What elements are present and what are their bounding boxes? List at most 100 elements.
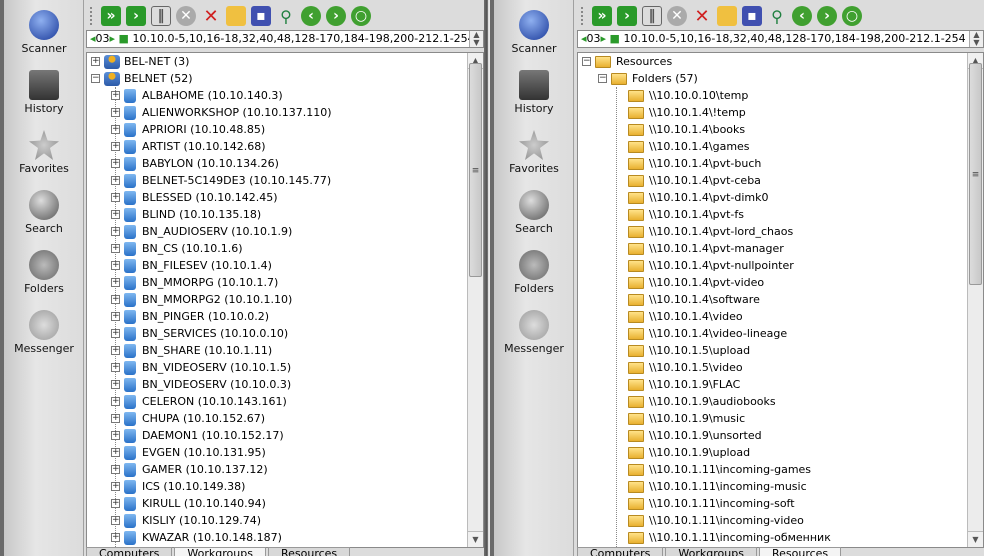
expand-icon[interactable]: +	[111, 142, 120, 151]
next-arrow-icon[interactable]: ▸ ■	[110, 32, 133, 45]
tree-row-computer[interactable]: + ICS (10.10.149.38)	[111, 478, 245, 495]
tree-row-folder[interactable]: \\10.10.1.9\unsorted	[628, 427, 762, 444]
expand-icon[interactable]: +	[111, 363, 120, 372]
pause-button[interactable]: ‖	[151, 6, 171, 26]
open-folder-button[interactable]	[226, 6, 246, 26]
back-button[interactable]: ‹	[301, 6, 321, 26]
range-spinner[interactable]: ▲ ▼	[469, 31, 483, 47]
expand-icon[interactable]: +	[111, 448, 120, 457]
back-button[interactable]: ‹	[792, 6, 812, 26]
tree-row-folder[interactable]: \\10.10.1.9\music	[628, 410, 745, 427]
expand-icon[interactable]: +	[111, 227, 120, 236]
tree-row-computer[interactable]: + KIRULL (10.10.140.94)	[111, 495, 266, 512]
forward-button[interactable]: ›	[817, 6, 837, 26]
range-spinner[interactable]: ▲ ▼	[969, 31, 983, 47]
forward-button[interactable]: ›	[326, 6, 346, 26]
tab-computers[interactable]: Computers	[86, 547, 173, 556]
tab-resources[interactable]: Resources	[758, 547, 842, 556]
tree-row-folder[interactable]: \\10.10.1.4\pvt-nullpointer	[628, 257, 794, 274]
open-folder-button[interactable]	[717, 6, 737, 26]
tree-row-computer[interactable]: + BN_VIDEOSERV (10.10.1.5)	[111, 359, 291, 376]
tree-row-folder[interactable]: \\10.10.1.4\pvt-fs	[628, 206, 744, 223]
sidebar-item-history[interactable]: History	[494, 70, 574, 115]
sidebar-item-scanner[interactable]: Scanner	[4, 10, 84, 55]
tree-row-folder[interactable]: \\10.10.1.9\FLAC	[628, 376, 740, 393]
tree-row-folder[interactable]: \\10.10.0.10\temp	[628, 87, 748, 104]
tree-row-computer[interactable]: + BN_SHARE (10.10.1.11)	[111, 342, 272, 359]
tab-workgroups[interactable]: Workgroups	[665, 547, 757, 556]
tree-row-computer[interactable]: + KISLIY (10.10.129.74)	[111, 512, 261, 529]
ip-range-input[interactable]: ◂03▸ ■ 10.10.0-5,10,16-18,32,40,48,128-1…	[86, 30, 484, 48]
sidebar-item-messenger[interactable]: Messenger	[4, 310, 84, 355]
toolbar-grip[interactable]	[581, 7, 584, 25]
tree-row-computer[interactable]: + BABYLON (10.10.134.26)	[111, 155, 279, 172]
tree-row-folder[interactable]: \\10.10.1.4\video-lineage	[628, 325, 787, 342]
ip-range-input[interactable]: ◂03▸ ■ 10.10.0-5,10,16-18,32,40,48,128-1…	[577, 30, 984, 48]
refresh-button[interactable]: ○	[351, 6, 371, 26]
tree-row-folder[interactable]: \\10.10.1.4\pvt-video	[628, 274, 764, 291]
sidebar-item-messenger[interactable]: Messenger	[494, 310, 574, 355]
tree-row-computer[interactable]: + ALIENWORKSHOP (10.10.137.110)	[111, 104, 332, 121]
tree-row-folder[interactable]: \\10.10.1.4\pvt-lord_chaos	[628, 223, 793, 240]
tab-resources[interactable]: Resources	[267, 547, 351, 556]
delete-button[interactable]: ✕	[201, 6, 221, 27]
stop-icon[interactable]: ✕	[667, 6, 687, 26]
tree-row-folder[interactable]: \\10.10.1.4\pvt-ceba	[628, 172, 761, 189]
save-button[interactable]: ▪	[742, 6, 762, 26]
tree-row-folder[interactable]: \\10.10.1.5\upload	[628, 342, 750, 359]
tree-row-folder[interactable]: \\10.10.1.4\pvt-buch	[628, 155, 761, 172]
refresh-button[interactable]: ○	[842, 6, 862, 26]
expand-icon[interactable]: +	[111, 346, 120, 355]
tree-row-computer[interactable]: + APRIORI (10.10.48.85)	[111, 121, 265, 138]
scan-all-button[interactable]: »	[592, 6, 612, 26]
scroll-thumb[interactable]: ≡	[469, 63, 482, 277]
tree-row-computer[interactable]: + EVGEN (10.10.131.95)	[111, 444, 266, 461]
scan-all-button[interactable]: »	[101, 6, 121, 26]
save-button[interactable]: ▪	[251, 6, 271, 26]
collapse-icon[interactable]: −	[598, 74, 607, 83]
tree-row-computer[interactable]: + ARTIST (10.10.142.68)	[111, 138, 266, 155]
tree-row-folder[interactable]: \\10.10.1.4\books	[628, 121, 745, 138]
collapse-icon[interactable]: −	[91, 74, 100, 83]
expand-icon[interactable]: +	[111, 465, 120, 474]
expand-icon[interactable]: +	[111, 431, 120, 440]
expand-icon[interactable]: +	[111, 159, 120, 168]
scan-button[interactable]: ›	[617, 6, 637, 26]
tree-row-computer[interactable]: + CHUPA (10.10.152.67)	[111, 410, 265, 427]
tree-row-folder[interactable]: \\10.10.1.4\software	[628, 291, 760, 308]
tree-group[interactable]: + BEL-NET (3)	[91, 53, 189, 70]
tree-row-folder[interactable]: \\10.10.1.4\pvt-dimk0	[628, 189, 769, 206]
expand-icon[interactable]: +	[111, 91, 120, 100]
tree-row-folder[interactable]: \\10.10.1.11\incoming-video	[628, 512, 804, 529]
vertical-scrollbar[interactable]: ▲ ≡ ▼	[467, 53, 483, 547]
expand-icon[interactable]: +	[111, 244, 120, 253]
sidebar-item-search[interactable]: Search	[494, 190, 574, 235]
next-arrow-icon[interactable]: ▸ ■	[601, 32, 624, 45]
pause-button[interactable]: ‖	[642, 6, 662, 26]
expand-icon[interactable]: +	[111, 516, 120, 525]
tree-row-computer[interactable]: + BLIND (10.10.135.18)	[111, 206, 261, 223]
tree-row-folder[interactable]: \\10.10.1.4\games	[628, 138, 750, 155]
expand-icon[interactable]: +	[111, 261, 120, 270]
expand-icon[interactable]: +	[111, 278, 120, 287]
expand-icon[interactable]: +	[111, 176, 120, 185]
expand-icon[interactable]: +	[111, 533, 120, 542]
tree-row-folder[interactable]: \\10.10.1.4\pvt-manager	[628, 240, 784, 257]
sidebar-item-search[interactable]: Search	[4, 190, 84, 235]
tree-root[interactable]: − Resources	[582, 53, 672, 70]
tree-row-folder[interactable]: \\10.10.1.4\video	[628, 308, 743, 325]
search-button[interactable]: ⚲	[276, 6, 296, 26]
tree-row-computer[interactable]: + BN_CS (10.10.1.6)	[111, 240, 243, 257]
tree-row-computer[interactable]: + BN_SERVICES (10.10.0.10)	[111, 325, 288, 342]
scroll-thumb[interactable]: ≡	[969, 63, 982, 285]
scroll-down-button[interactable]: ▼	[968, 531, 983, 547]
sidebar-item-favorites[interactable]: Favorites	[494, 130, 574, 175]
tree-row-folder[interactable]: \\10.10.1.4\!temp	[628, 104, 746, 121]
sidebar-item-folders[interactable]: Folders	[4, 250, 84, 295]
tree-row-folder[interactable]: \\10.10.1.5\video	[628, 359, 743, 376]
tree-row-folder[interactable]: \\10.10.1.9\audiobooks	[628, 393, 776, 410]
tree-row-computer[interactable]: + BN_VIDEOSERV (10.10.0.3)	[111, 376, 291, 393]
tree-row-computer[interactable]: + BN_AUDIOSERV (10.10.1.9)	[111, 223, 292, 240]
collapse-icon[interactable]: −	[582, 57, 591, 66]
expand-icon[interactable]: +	[111, 414, 120, 423]
